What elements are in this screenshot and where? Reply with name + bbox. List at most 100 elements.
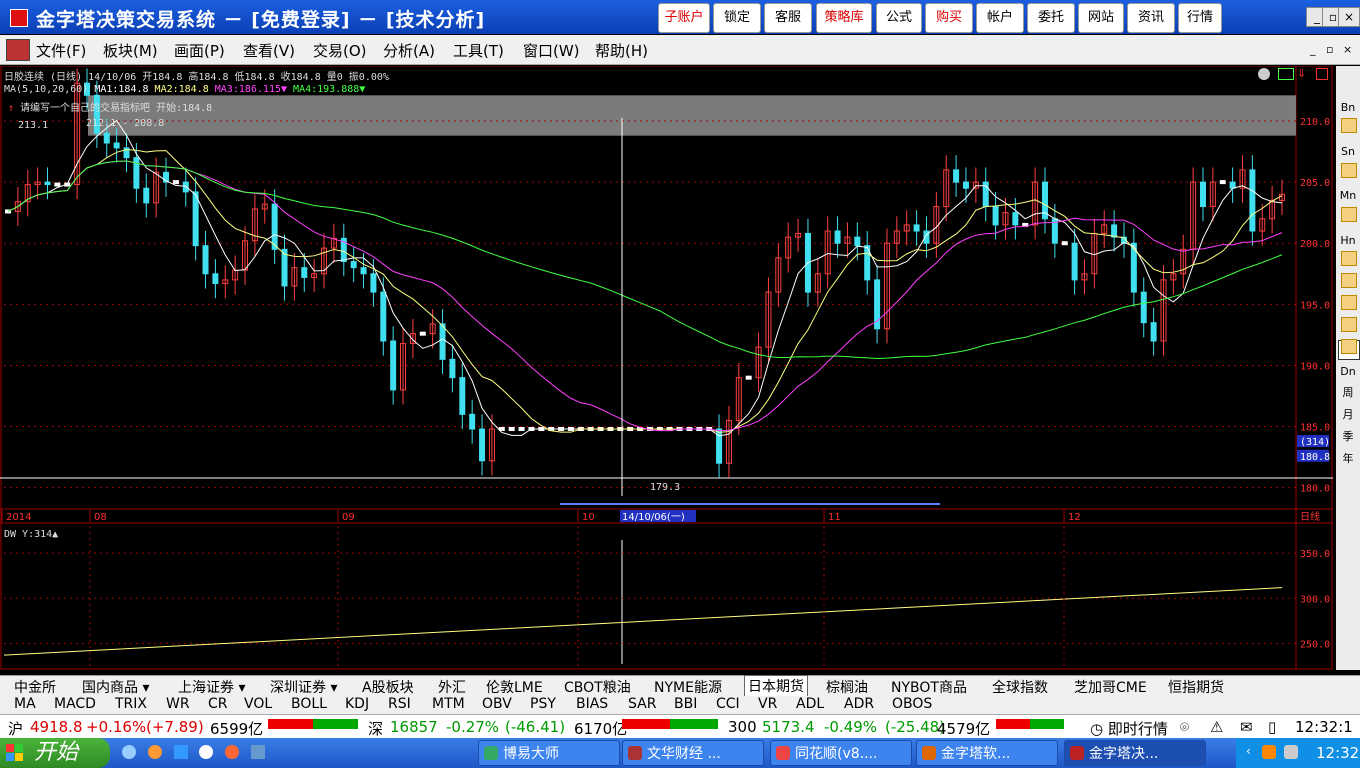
toolbar-button[interactable]: 资讯 [1127, 3, 1175, 33]
market-tab[interactable]: A股板块 [362, 677, 414, 697]
indicator-tab[interactable]: VOL [244, 696, 272, 712]
menu-help[interactable]: 帮助(H) [595, 40, 648, 61]
chart-tool-icon[interactable] [1341, 251, 1357, 266]
indicator-tab[interactable]: TRIX [115, 696, 147, 712]
indicator-tab[interactable]: RSI [388, 696, 411, 712]
arrow-down-icon[interactable]: ⇓ [1297, 67, 1306, 80]
indicator-tab[interactable]: MACD [54, 696, 96, 712]
desktop-icon[interactable] [251, 745, 266, 759]
menu-file[interactable]: 文件(F) [36, 40, 86, 61]
toolbar-button[interactable]: 委托 [1027, 3, 1075, 33]
chart-tool-icon[interactable] [1341, 339, 1357, 354]
period-button[interactable]: 年 [1338, 450, 1358, 468]
firefox-icon[interactable] [147, 745, 162, 759]
browser-icon[interactable] [199, 745, 214, 759]
market-tab[interactable]: NYBOT商品 [891, 677, 967, 697]
indicator-tab[interactable]: BBI [674, 696, 697, 712]
indicator-tab[interactable]: VR [758, 696, 777, 712]
lock-icon[interactable]: ▯ [1268, 718, 1276, 736]
taskbar-task[interactable]: 文华财经 ... [622, 740, 764, 766]
period-button[interactable]: 周 [1338, 384, 1358, 402]
media-icon[interactable] [225, 745, 240, 759]
market-tab[interactable]: 芝加哥CME [1074, 677, 1147, 697]
mdi-restore-icon[interactable]: ▫ [1326, 43, 1333, 56]
market-tab[interactable]: 国内商品 ▾ [82, 677, 149, 697]
indicator-tab[interactable]: CCI [716, 696, 740, 712]
market-tab[interactable]: 伦敦LME [486, 677, 543, 697]
taskbar-task[interactable]: 金字塔决... [1064, 740, 1206, 766]
market-tab[interactable]: CBOT粮油 [564, 677, 631, 697]
market-tab[interactable]: 恒指期货 [1168, 677, 1224, 697]
taskbar-task[interactable]: 博易大师 [478, 740, 620, 766]
tray-app-icon[interactable] [1262, 745, 1276, 759]
period-button[interactable]: 季 [1338, 428, 1358, 446]
window-toggle-icon[interactable] [1316, 68, 1328, 80]
toolbar-button[interactable]: 行情 [1178, 3, 1222, 33]
toolbar-button[interactable]: 客服 [764, 3, 812, 33]
market-tab[interactable]: NYME能源 [654, 677, 722, 697]
menu-window[interactable]: 窗口(W) [523, 40, 580, 61]
indicator-tab[interactable]: CR [208, 696, 228, 712]
indicator-tab[interactable]: SAR [628, 696, 656, 712]
menu-sector[interactable]: 板块(M) [103, 40, 158, 61]
indicator-tab[interactable]: PSY [530, 696, 556, 712]
chat-icon[interactable]: ✉ [1240, 718, 1253, 736]
market-tab[interactable]: 深圳证券 ▾ [270, 677, 337, 697]
indicator-tab[interactable]: WR [166, 696, 190, 712]
chart-tool-icon[interactable] [1341, 207, 1357, 222]
network-icon[interactable]: ⌾ [1180, 718, 1189, 736]
indicator-tab[interactable]: BIAS [576, 696, 608, 712]
market-tab[interactable]: 外汇 [438, 677, 466, 697]
indicator-tab[interactable]: MTM [432, 696, 465, 712]
chart-area[interactable]: 180.0 185.0 190.0 195.0 200.0 205.0 210.0 2014 0… [0, 65, 1333, 670]
toolbar-button[interactable]: 公式 [876, 3, 922, 33]
market-tab[interactable]: 全球指数 [992, 677, 1048, 697]
indicator-tab[interactable]: OBV [482, 696, 512, 712]
menu-trade[interactable]: 交易(O) [313, 40, 367, 61]
chart-tool-icon[interactable] [1341, 295, 1357, 310]
taskbar-task[interactable]: 同花顺(v8.... [770, 740, 912, 766]
folder-icon[interactable] [173, 745, 188, 759]
indicator-tab[interactable]: BOLL [291, 696, 327, 712]
period-button[interactable]: Mn [1338, 187, 1358, 205]
indicator-tab[interactable]: OBOS [892, 696, 932, 712]
indicator-tab[interactable]: ADR [844, 696, 874, 712]
toolbar-button[interactable]: 策略库 [816, 3, 872, 33]
mdi-close-icon[interactable]: × [1343, 43, 1352, 56]
alert-icon[interactable]: ⚠ [1210, 718, 1223, 736]
candlestick-chart[interactable]: 180.0 185.0 190.0 195.0 200.0 205.0 210.0 2014 0… [0, 65, 1333, 670]
period-button[interactable]: Hn [1338, 232, 1358, 250]
close-button[interactable]: × [1338, 7, 1360, 27]
period-button[interactable]: Bn [1338, 99, 1358, 117]
menu-tools[interactable]: 工具(T) [453, 40, 504, 61]
chart-tool-icon[interactable] [1341, 118, 1357, 133]
ie-icon[interactable] [122, 745, 136, 759]
menu-view[interactable]: 查看(V) [243, 40, 295, 61]
menu-analysis[interactable]: 分析(A) [383, 40, 435, 61]
taskbar-task[interactable]: 金字塔软... [916, 740, 1058, 766]
market-tab[interactable]: 上海证券 ▾ [178, 677, 245, 697]
realtime-quote[interactable]: ◷ 即时行情 [1090, 718, 1168, 739]
indicator-tab[interactable]: MA [14, 696, 36, 712]
arrow-left-icon[interactable]: ‹ [1246, 744, 1251, 758]
market-tab[interactable]: 中金所 [14, 677, 56, 697]
chart-tool-icon[interactable] [1341, 317, 1357, 332]
period-button[interactable]: 月 [1338, 406, 1358, 424]
mdi-minimize-icon[interactable]: _ [1310, 43, 1316, 56]
period-button[interactable]: Dn [1338, 363, 1358, 381]
volume-icon[interactable] [1284, 745, 1298, 759]
chart-tool-icon[interactable] [1341, 163, 1357, 178]
toolbar-button[interactable]: 帐户 [976, 3, 1024, 33]
toolbar-button[interactable]: 网站 [1078, 3, 1124, 33]
toolbar-button[interactable]: 锁定 [713, 3, 761, 33]
chart-icon[interactable] [1278, 68, 1294, 80]
indicator-tab[interactable]: KDJ [345, 696, 369, 712]
menu-view-screen[interactable]: 画面(P) [174, 40, 225, 61]
chart-tool-icon[interactable] [1341, 273, 1357, 288]
toolbar-button[interactable]: 购买 [925, 3, 973, 33]
toolbar-button[interactable]: 子账户 [658, 3, 710, 33]
indicator-prompt[interactable]: ↑ 请编写一个自己的交易指标吧 开始:184.8 [8, 99, 212, 114]
market-tab[interactable]: 日本期货 [744, 675, 808, 697]
indicator-tab[interactable]: ADL [796, 696, 824, 712]
market-tab[interactable]: 棕榈油 [826, 677, 868, 697]
